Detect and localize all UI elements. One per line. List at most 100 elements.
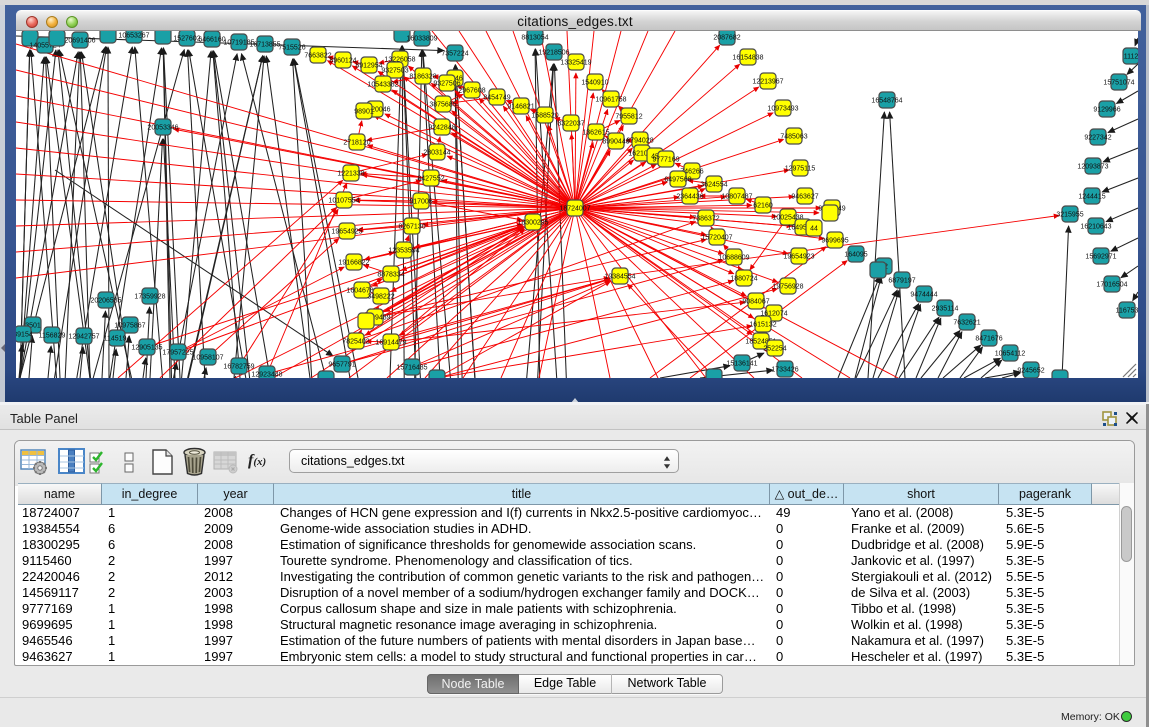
- svg-text:15720407: 15720407: [701, 235, 732, 242]
- svg-text:16033809: 16033809: [406, 36, 437, 43]
- svg-text:10107554: 10107554: [328, 198, 359, 205]
- svg-text:7825402: 7825402: [342, 339, 369, 346]
- svg-text:8960124: 8960124: [329, 58, 356, 65]
- svg-text:39154: 39154: [16, 332, 33, 339]
- svg-text:19166822: 19166822: [338, 260, 369, 267]
- svg-text:17957225: 17957225: [162, 350, 193, 357]
- svg-text:1244415: 1244415: [1078, 194, 1105, 201]
- svg-text:252254: 252254: [763, 346, 786, 353]
- svg-text:6497568: 6497568: [664, 177, 691, 184]
- svg-text:9245652: 9245652: [1017, 368, 1044, 375]
- svg-text:9146821: 9146821: [507, 104, 534, 111]
- svg-text:9657791: 9657791: [328, 362, 355, 369]
- svg-text:9242848: 9242848: [428, 125, 455, 132]
- svg-text:1588520: 1588520: [531, 113, 558, 120]
- svg-text:8454749: 8454749: [483, 95, 510, 102]
- svg-text:19384554: 19384554: [604, 274, 635, 281]
- svg-text:10961758: 10961758: [595, 97, 626, 104]
- svg-text:3875685: 3875685: [429, 102, 456, 109]
- svg-text:1112: 1112: [1124, 54, 1138, 61]
- svg-text:10653267: 10653267: [118, 33, 149, 40]
- svg-text:16713855: 16713855: [249, 42, 280, 49]
- svg-text:10688609: 10688609: [718, 255, 749, 262]
- svg-text:16548764: 16548764: [871, 98, 902, 105]
- svg-text:62160: 62160: [753, 203, 773, 210]
- svg-text:15716485: 15716485: [396, 365, 427, 372]
- svg-text:9463627: 9463627: [791, 194, 818, 201]
- svg-text:17016504: 17016504: [1096, 282, 1127, 289]
- svg-text:12975115: 12975115: [785, 166, 816, 173]
- svg-text:20206535: 20206535: [90, 298, 121, 305]
- svg-text:10807487: 10807487: [721, 194, 752, 201]
- svg-text:12923448: 12923448: [251, 372, 282, 379]
- svg-text:1880724: 1880724: [730, 276, 757, 283]
- svg-text:19756928: 19756928: [772, 284, 803, 291]
- svg-text:8427552: 8427552: [417, 176, 444, 183]
- svg-text:6879197: 6879197: [888, 278, 915, 285]
- svg-text:3498222: 3498222: [367, 294, 394, 301]
- svg-text:1156829: 1156829: [39, 333, 66, 340]
- svg-text:19654923: 19654923: [783, 254, 814, 261]
- svg-text:9327506: 9327506: [433, 81, 460, 88]
- svg-text:9084067: 9084067: [742, 299, 769, 306]
- svg-text:12905135: 12905135: [131, 345, 162, 352]
- svg-text:20053346: 20053346: [147, 125, 178, 132]
- svg-text:116753: 116753: [1116, 308, 1138, 315]
- svg-text:164095: 164095: [844, 252, 867, 259]
- svg-text:17359928: 17359928: [134, 294, 165, 301]
- svg-text:10958107: 10958107: [192, 355, 223, 362]
- svg-text:12942757: 12942757: [68, 334, 99, 341]
- svg-text:18300295: 18300295: [517, 220, 548, 227]
- svg-text:15751074: 15751074: [1103, 80, 1134, 87]
- svg-text:10654112: 10654112: [995, 351, 1026, 358]
- svg-text:10975867: 10975867: [114, 323, 145, 330]
- svg-text:19654925: 19654925: [331, 229, 362, 236]
- svg-text:16782759: 16782759: [223, 364, 254, 371]
- svg-text:12353594: 12353594: [388, 248, 419, 255]
- svg-text:7955812: 7955812: [615, 114, 642, 121]
- svg-text:10543382: 10543382: [367, 82, 398, 89]
- svg-text:16154838: 16154838: [732, 55, 763, 62]
- svg-text:15136141: 15136141: [726, 361, 757, 368]
- svg-text:9474444: 9474444: [910, 292, 937, 299]
- svg-text:98901: 98901: [354, 109, 374, 116]
- svg-text:8471676: 8471676: [975, 336, 1002, 343]
- svg-text:3624554: 3624554: [700, 182, 727, 189]
- svg-text:8322037: 8322037: [557, 121, 584, 128]
- svg-text:12093873: 12093873: [1077, 164, 1108, 171]
- svg-text:8813054: 8813054: [521, 35, 548, 42]
- svg-text:6794028: 6794028: [626, 138, 653, 145]
- svg-text:7357224: 7357224: [441, 51, 468, 58]
- svg-text:1540910: 1540910: [581, 80, 608, 87]
- svg-text:9699695: 9699695: [821, 238, 848, 245]
- svg-text:2803144: 2803144: [423, 150, 450, 157]
- svg-text:20691406: 20691406: [64, 38, 95, 45]
- svg-text:2364436: 2364436: [676, 194, 703, 201]
- svg-text:8186328: 8186328: [409, 74, 436, 81]
- svg-text:2935114: 2935114: [932, 306, 959, 313]
- svg-text:13325419: 13325419: [560, 60, 591, 67]
- svg-text:1362615: 1362615: [582, 130, 609, 137]
- svg-text:917006: 917006: [409, 199, 432, 206]
- svg-text:12213967: 12213967: [752, 79, 783, 86]
- svg-text:9777169: 9777169: [652, 157, 679, 164]
- svg-text:7515526: 7515526: [278, 45, 305, 52]
- svg-text:44: 44: [810, 226, 818, 233]
- svg-text:1145194: 1145194: [104, 336, 131, 343]
- svg-text:6466160: 6466160: [198, 37, 225, 44]
- svg-text:1615132: 1615132: [749, 322, 776, 329]
- svg-text:8878334: 8878334: [377, 272, 404, 279]
- svg-text:10973493: 10973493: [767, 106, 798, 113]
- svg-text:2718120: 2718120: [343, 140, 370, 147]
- svg-text:1221338: 1221338: [337, 171, 364, 178]
- svg-text:8912954: 8912954: [355, 63, 382, 70]
- svg-text:7632621: 7632621: [953, 320, 980, 327]
- svg-text:7386372: 7386372: [692, 216, 719, 223]
- svg-text:2087682: 2087682: [713, 35, 740, 42]
- svg-text:19218506: 19218506: [538, 50, 569, 57]
- svg-text:3215955: 3215955: [1056, 212, 1083, 219]
- svg-text:8267130: 8267130: [398, 224, 425, 231]
- svg-text:16914479: 16914479: [375, 340, 406, 347]
- svg-text:1527602: 1527602: [173, 36, 200, 43]
- svg-text:16210643: 16210643: [1080, 224, 1111, 231]
